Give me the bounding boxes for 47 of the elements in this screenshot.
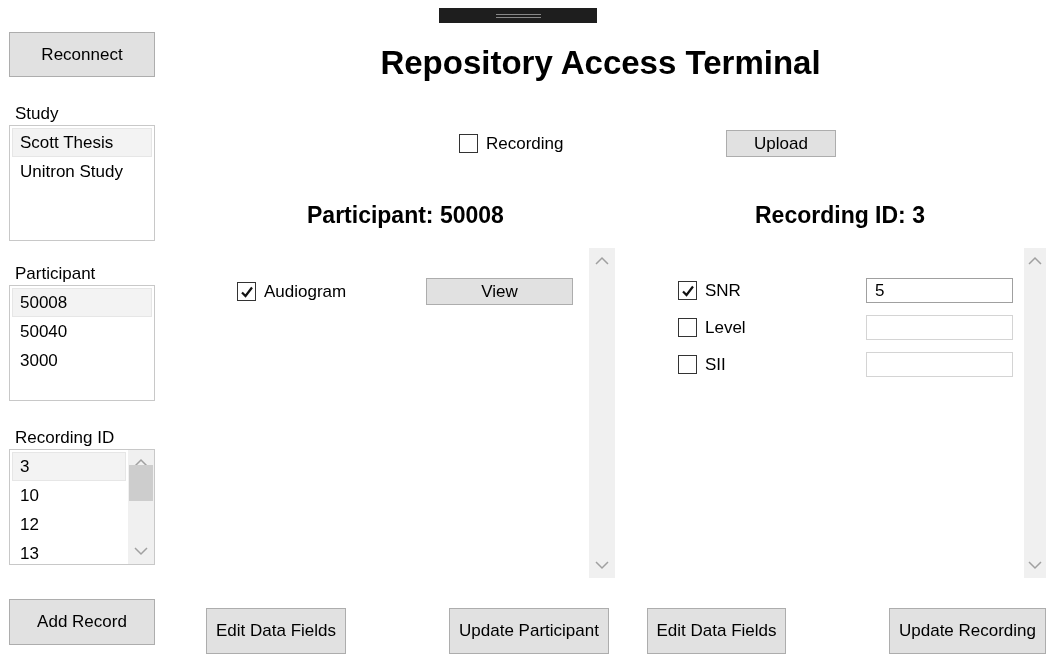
list-item[interactable]: 3000: [12, 346, 152, 375]
update-participant-button[interactable]: Update Participant: [449, 608, 609, 654]
edit-data-fields-button[interactable]: Edit Data Fields: [647, 608, 786, 654]
scroll-up-icon[interactable]: [1028, 256, 1042, 265]
list-item[interactable]: 13: [12, 539, 126, 564]
input-field[interactable]: 5: [866, 278, 1013, 303]
input-field[interactable]: [866, 352, 1013, 377]
scroll-down-icon[interactable]: [134, 547, 148, 556]
checkbox-label: Level: [705, 316, 746, 339]
reconnect-button[interactable]: Reconnect: [9, 32, 155, 77]
list-item[interactable]: 12: [12, 510, 126, 539]
checkbox[interactable]: [678, 318, 697, 337]
scrollbar-thumb[interactable]: [129, 465, 153, 501]
scrollbar[interactable]: [589, 248, 615, 578]
list-label: Recording ID: [14, 427, 116, 449]
panel-heading: Recording ID: 3: [755, 201, 925, 228]
list-item[interactable]: Unitron Study: [12, 157, 152, 186]
list-item[interactable]: 50040: [12, 317, 152, 346]
drag-handle[interactable]: [439, 8, 597, 23]
checkbox-label: Audiogram: [264, 280, 347, 303]
checkbox-label: Recording: [486, 132, 564, 155]
checkbox-label: SII: [705, 353, 726, 376]
list-item[interactable]: Scott Thesis: [12, 128, 152, 157]
scrollbar[interactable]: [1024, 248, 1046, 578]
panel-heading: Participant: 50008: [307, 201, 504, 228]
edit-data-fields-button[interactable]: Edit Data Fields: [206, 608, 346, 654]
checkbox[interactable]: [678, 281, 697, 300]
scroll-up-icon[interactable]: [595, 256, 609, 265]
checkbox-label: SNR: [705, 279, 741, 302]
list-item[interactable]: 50008: [12, 288, 152, 317]
list-label: Participant: [14, 263, 97, 285]
scroll-up-icon[interactable]: [134, 458, 148, 467]
list-item[interactable]: 3: [12, 452, 126, 481]
add-record-button[interactable]: Add Record: [9, 599, 155, 645]
input-field[interactable]: [866, 315, 1013, 340]
update-recording-button[interactable]: Update Recording: [889, 608, 1046, 654]
checkbox[interactable]: [459, 134, 478, 153]
checkbox[interactable]: [237, 282, 256, 301]
scrollbar[interactable]: [128, 450, 154, 564]
scroll-down-icon[interactable]: [595, 561, 609, 570]
window-title: Repository Access Terminal: [380, 43, 821, 83]
view-button[interactable]: View: [426, 278, 573, 305]
list-label: Study: [14, 103, 60, 125]
checkbox[interactable]: [678, 355, 697, 374]
list-item[interactable]: 10: [12, 481, 126, 510]
scroll-down-icon[interactable]: [1028, 561, 1042, 570]
upload-button[interactable]: Upload: [726, 130, 836, 157]
